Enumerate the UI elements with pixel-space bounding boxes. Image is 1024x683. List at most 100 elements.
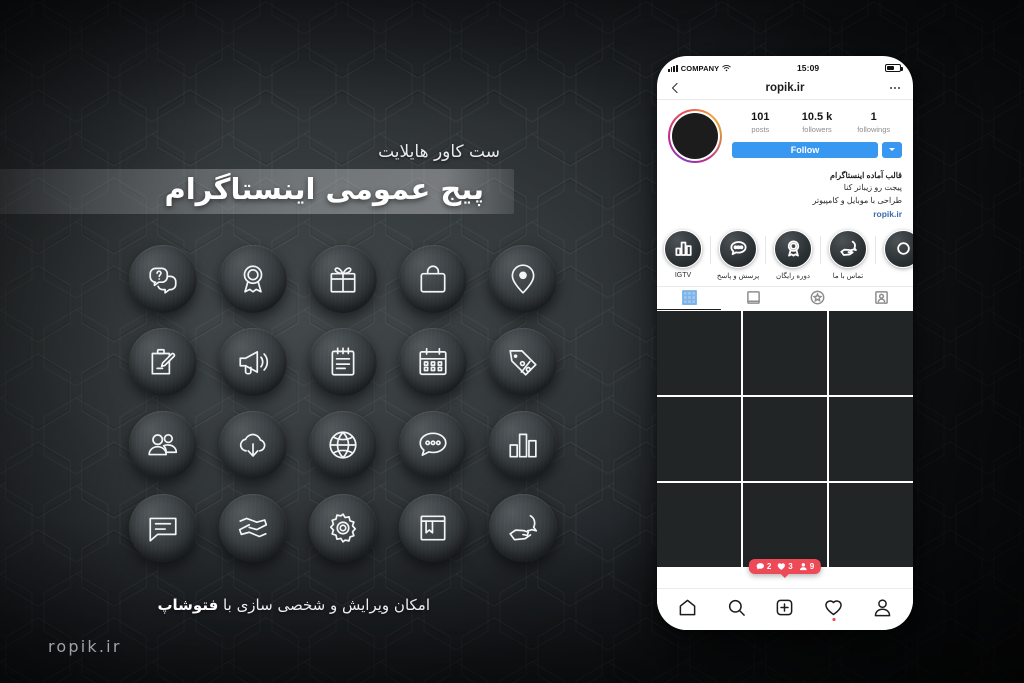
heart-icon bbox=[778, 563, 786, 571]
calendar-icon bbox=[399, 327, 467, 396]
status-bar: COMPANY 15:09 bbox=[657, 56, 913, 76]
watermark-logo: ropik.ir bbox=[48, 637, 122, 656]
highlight-more[interactable] bbox=[875, 229, 913, 280]
post-thumbnail[interactable] bbox=[657, 311, 742, 396]
nav-activity[interactable] bbox=[819, 593, 849, 623]
tab-grid[interactable] bbox=[657, 287, 721, 310]
chevron-down-icon bbox=[889, 148, 895, 151]
highlight-qa[interactable]: پرسش و پاسخ bbox=[710, 229, 764, 280]
stat-value: 101 bbox=[751, 111, 770, 123]
gift-icon bbox=[309, 244, 377, 313]
bottom-nav-bar bbox=[657, 588, 913, 630]
icon-cell[interactable] bbox=[208, 403, 298, 486]
icon-cell[interactable] bbox=[298, 320, 388, 403]
highlight-label: IGTV bbox=[674, 271, 692, 279]
badge-comments: 2 bbox=[756, 562, 771, 571]
icon-cell[interactable] bbox=[388, 320, 478, 403]
comment-icon bbox=[756, 563, 764, 570]
bio-link[interactable]: ropik.ir bbox=[668, 207, 902, 221]
phone-mockup: COMPANY 15:09 ropik.ir 101 posts 10.5 k … bbox=[657, 56, 913, 630]
highlight-contact[interactable]: تماس با ما bbox=[820, 229, 874, 280]
badge-likes: 3 bbox=[777, 562, 793, 571]
gear-icon bbox=[309, 493, 377, 562]
hand-phone-icon bbox=[489, 493, 557, 562]
back-chevron-icon[interactable] bbox=[669, 82, 681, 94]
edit-clipboard-icon bbox=[129, 327, 197, 396]
nav-search[interactable] bbox=[721, 593, 751, 623]
chat-dots-icon bbox=[399, 410, 467, 479]
hand-phone-icon bbox=[829, 229, 867, 268]
chat-dots-icon bbox=[719, 229, 757, 268]
bio-line-3: طراحی با موبایل و کامپیوتر bbox=[812, 195, 902, 205]
icon-cell[interactable] bbox=[208, 320, 298, 403]
icon-cell[interactable] bbox=[118, 486, 208, 569]
stat-followers[interactable]: 10.5 k followers bbox=[789, 111, 846, 135]
posts-grid-wrapper: 2 3 9 bbox=[657, 309, 913, 575]
post-thumbnail[interactable] bbox=[828, 482, 913, 568]
post-thumbnail[interactable] bbox=[828, 311, 913, 396]
carrier-label: COMPANY bbox=[680, 63, 720, 73]
profile-stats: 101 posts 10.5 k followers 1 followings bbox=[732, 111, 902, 135]
icon-cell[interactable] bbox=[388, 403, 478, 486]
icon-cell[interactable] bbox=[118, 403, 208, 486]
more-dots-icon[interactable] bbox=[889, 82, 901, 94]
follow-row: Follow bbox=[732, 141, 902, 158]
tab-saved[interactable] bbox=[785, 287, 849, 310]
nav-profile[interactable] bbox=[868, 593, 898, 623]
icon-cell[interactable] bbox=[298, 403, 388, 486]
bio-line-1: قالب آماده اینستاگرام bbox=[830, 171, 902, 180]
icon-cell[interactable] bbox=[208, 237, 298, 320]
post-thumbnail[interactable] bbox=[828, 396, 913, 482]
profile-bio: قالب آماده اینستاگرام پیجت رو زیباتر کنا… bbox=[657, 163, 913, 222]
icon-cell[interactable] bbox=[298, 486, 388, 569]
stat-posts[interactable]: 101 posts bbox=[732, 111, 789, 135]
icon-cell[interactable] bbox=[118, 237, 208, 320]
highlight-free-course[interactable]: دوره رایگان bbox=[765, 229, 819, 280]
post-thumbnail[interactable] bbox=[657, 482, 742, 568]
bio-line-2: پیجت رو زیباتر کنا bbox=[843, 183, 902, 193]
profile-section: 101 posts 10.5 k followers 1 followings … bbox=[657, 100, 913, 163]
icon-cell[interactable] bbox=[208, 486, 298, 569]
icon-cell[interactable] bbox=[478, 237, 568, 320]
tab-list[interactable] bbox=[721, 287, 785, 310]
speech-lines-icon bbox=[129, 493, 197, 562]
follow-dropdown-button[interactable] bbox=[882, 141, 902, 158]
nav-home[interactable] bbox=[672, 593, 702, 623]
bar-chart-icon bbox=[489, 410, 557, 479]
headline-subtitle: ست کاور هایلایت bbox=[378, 142, 500, 162]
story-highlights: IGTV پرسش و پاسخ دوره رایگان تماس با ما bbox=[657, 222, 913, 282]
post-thumbnail[interactable] bbox=[742, 396, 828, 482]
icon-cell[interactable] bbox=[388, 486, 478, 569]
icon-cell[interactable] bbox=[388, 237, 478, 320]
tab-tagged[interactable] bbox=[849, 287, 913, 310]
post-thumbnail[interactable] bbox=[742, 482, 828, 568]
highlight-igtv[interactable]: IGTV bbox=[657, 229, 709, 280]
highlight-label: دوره رایگان bbox=[776, 272, 810, 280]
stat-label: followers bbox=[802, 124, 832, 134]
icon-cell[interactable] bbox=[478, 486, 568, 569]
icon-cell[interactable] bbox=[478, 403, 568, 486]
activity-notification-dot bbox=[832, 617, 836, 621]
post-thumbnail[interactable] bbox=[657, 396, 742, 482]
icon-cell[interactable] bbox=[298, 237, 388, 320]
poster-canvas: ست کاور هایلایت پیج عمومی اینستاگرام امک… bbox=[0, 0, 1024, 683]
more-highlight-icon bbox=[884, 229, 913, 268]
profile-username: ropik.ir bbox=[765, 81, 805, 94]
icon-cell[interactable] bbox=[118, 320, 208, 403]
status-time: 15:09 bbox=[796, 63, 820, 73]
notepad-icon bbox=[309, 327, 377, 396]
post-thumbnail[interactable] bbox=[742, 311, 828, 396]
follow-button[interactable]: Follow bbox=[732, 141, 878, 158]
cloud-download-icon bbox=[219, 410, 287, 479]
avatar-ring[interactable] bbox=[668, 109, 722, 163]
caption-emphasis: فتوشاپ bbox=[157, 596, 219, 614]
headline-title: پیج عمومی اینستاگرام bbox=[164, 172, 484, 207]
nav-add[interactable] bbox=[770, 593, 800, 623]
globe-icon bbox=[309, 410, 377, 479]
book-icon bbox=[399, 493, 467, 562]
stat-label: followings bbox=[857, 124, 891, 134]
stat-followings[interactable]: 1 followings bbox=[845, 111, 902, 135]
icon-grid bbox=[118, 237, 568, 569]
stat-value: 10.5 k bbox=[801, 111, 833, 123]
icon-cell[interactable] bbox=[478, 320, 568, 403]
